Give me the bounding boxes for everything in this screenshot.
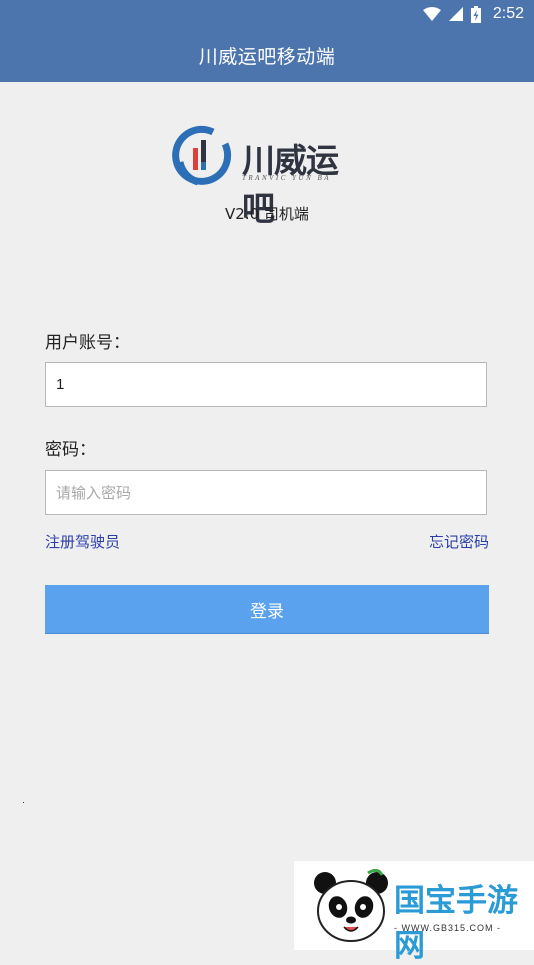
- password-label: 密码：: [45, 440, 96, 460]
- watermark-brand: 国宝手游网: [394, 883, 518, 964]
- status-time: 2:52: [492, 5, 524, 22]
- battery-charging-icon: [470, 5, 481, 23]
- logo: 川威运吧 TRANVIC YUN BA: [168, 122, 368, 228]
- register-driver-link[interactable]: 注册驾驶员: [45, 531, 120, 552]
- app-bar: 川威运吧移动端: [0, 28, 534, 82]
- account-input[interactable]: 1: [45, 362, 487, 407]
- logo-subtitle: TRANVIC YUN BA: [242, 174, 332, 182]
- status-icons: 2:52: [422, 4, 524, 24]
- watermark: 国宝手游网 - WWW.GB315.COM -: [294, 861, 534, 964]
- account-input-value: 1: [56, 376, 65, 393]
- app-bar-title: 川威运吧移动端: [198, 45, 336, 68]
- logo-mark-icon: [172, 125, 232, 186]
- password-input-placeholder: 请输入密码: [56, 485, 132, 502]
- password-input[interactable]: 请输入密码: [45, 470, 487, 515]
- wifi-icon: [422, 7, 441, 21]
- watermark-url: - WWW.GB315.COM -: [394, 923, 501, 933]
- version-label: V2.0 司机端: [225, 205, 309, 223]
- account-label: 用户账号：: [45, 333, 130, 353]
- stray-dot: [23, 802, 24, 803]
- panda-icon: [314, 868, 388, 942]
- status-bar: 2:52: [0, 0, 534, 28]
- forgot-password-link[interactable]: 忘记密码: [429, 531, 489, 552]
- login-button[interactable]: 登录: [45, 585, 489, 634]
- cell-signal-icon: [448, 7, 463, 21]
